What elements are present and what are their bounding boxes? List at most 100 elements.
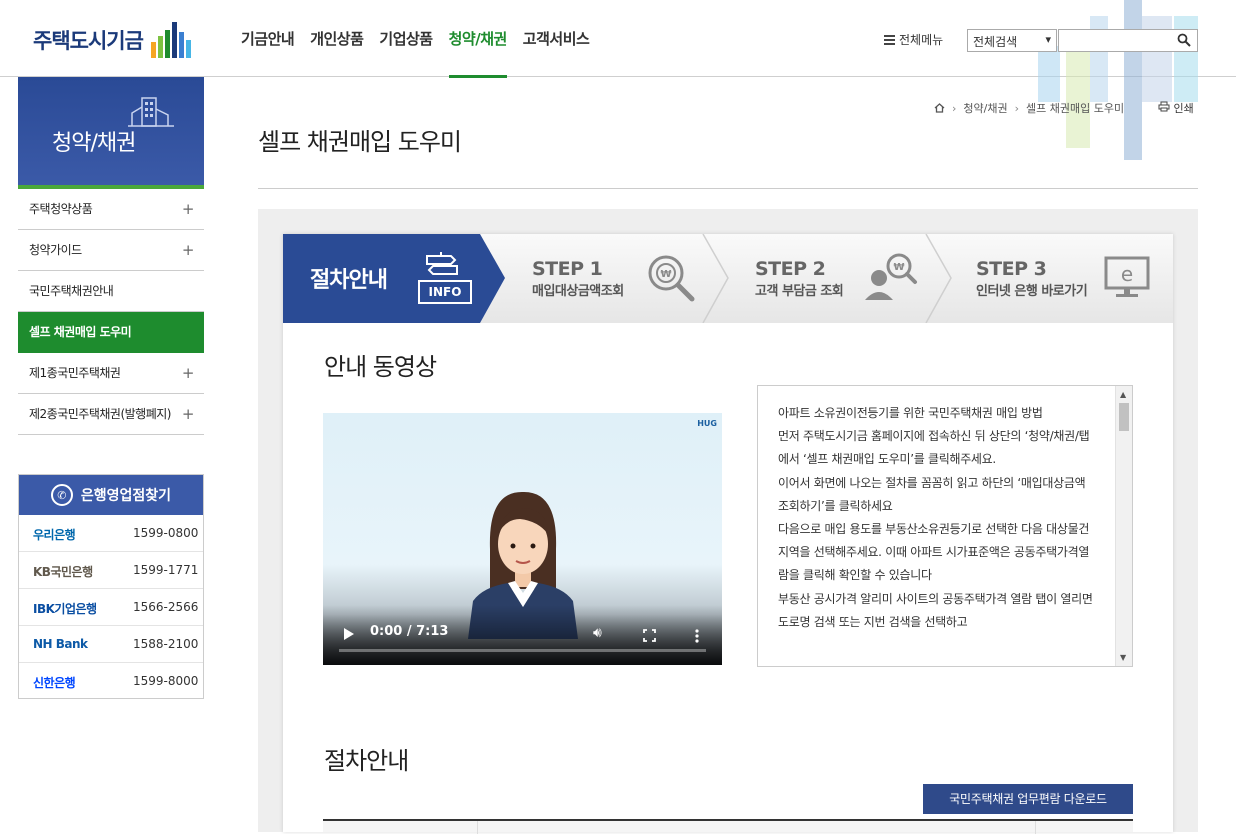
breadcrumb: › 청약/채권 › 셀프 채권매입 도우미 — [934, 100, 1124, 116]
info-badge: INFO — [418, 280, 472, 304]
bank-name: 신한은행 — [33, 676, 76, 690]
transcript-paragraph: 다음으로 매입 용도를 부동산소유권등기로 선택한 다음 대상물건지역을 선택해… — [778, 522, 1090, 583]
download-manual-button[interactable]: 국민주택채권 업무편람 다운로드 — [923, 784, 1133, 814]
hamburger-icon — [884, 33, 895, 47]
logo-text: 주택도시기금 — [33, 29, 144, 53]
scroll-down-icon[interactable]: ▼ — [1120, 653, 1126, 662]
breadcrumb-item[interactable]: 셀프 채권매입 도우미 — [1026, 100, 1124, 116]
step-description: 인터넷 은행 바로가기 — [976, 284, 1088, 299]
bank-phone: 1599-1771 — [133, 563, 199, 577]
print-label: 인쇄 — [1173, 102, 1194, 115]
bank-row-woori[interactable]: 우리은행 1599-0800 — [19, 515, 203, 552]
sidebar-title: 청약/채권 — [52, 131, 136, 156]
bank-finder-title: 은행영업점찾기 — [80, 488, 172, 504]
sidebar-header: 청약/채권 — [18, 77, 204, 189]
video-time: 0:00 / 7:13 — [370, 624, 449, 639]
transcript-paragraph: 먼저 주택도시기금 홈페이지에 접속하신 뒤 상단의 ‘청약/채권/탭에서 ‘셀… — [778, 429, 1090, 467]
step-separator — [702, 234, 729, 323]
monitor-e-icon: e — [1104, 256, 1150, 297]
step-intro[interactable]: 절차안내 INFO — [283, 234, 505, 323]
chevron-down-icon: ▾ — [1045, 33, 1051, 46]
magnifier-won-icon: ₩ — [648, 255, 695, 302]
bank-row-ibk[interactable]: IBK기업은행 1566-2566 — [19, 589, 203, 626]
transcript-paragraph: 이어서 화면에 나오는 절차를 꼼꼼히 읽고 하단의 ‘매입대상금액 조회하기’… — [778, 475, 1086, 513]
phone-icon: ✆ — [50, 484, 73, 506]
sidebar-nav: 주택청약상품 + 청약가이드 + 국민주택채권안내 셀프 채권매입 도우미 제1… — [18, 189, 204, 435]
plus-icon[interactable]: + — [182, 230, 195, 270]
plus-icon[interactable]: + — [182, 189, 195, 229]
plus-icon[interactable]: + — [182, 394, 195, 434]
gnb-item-corporate[interactable]: 기업상품 — [379, 0, 433, 77]
sidebar-item-label: 주택청약상품 — [29, 202, 93, 216]
all-menu-button[interactable]: 전체메뉴 — [884, 31, 943, 48]
gnb-item-customer-service[interactable]: 고객서비스 — [523, 0, 590, 77]
sidebar-item-self-bond-helper[interactable]: 셀프 채권매입 도우미 — [18, 312, 204, 353]
sidebar-item-subscription-guide[interactable]: 청약가이드 + — [18, 230, 204, 271]
scroll-up-icon[interactable]: ▲ — [1120, 390, 1126, 399]
printer-icon — [1158, 101, 1170, 112]
step-number: STEP 2 — [755, 258, 826, 280]
home-icon[interactable] — [934, 103, 945, 113]
svg-text:₩: ₩ — [660, 269, 671, 280]
page-title: 셀프 채권매입 도우미 — [258, 128, 462, 156]
step-description: 고객 부담금 조회 — [755, 284, 844, 299]
transcript-paragraph: 아파트 소유권이전등기를 위한 국민주택채권 매입 방법 — [778, 406, 1043, 420]
signpost-icon — [426, 252, 458, 275]
bank-row-kb[interactable]: KB국민은행 1599-1771 — [19, 552, 203, 589]
person-search-icon: ₩ — [865, 253, 917, 300]
search-input[interactable] — [1058, 29, 1198, 52]
hug-logo: HUG — [697, 419, 717, 428]
gnb-item-personal[interactable]: 개인상품 — [310, 0, 364, 77]
transcript-scrollbar[interactable]: ▲ ▼ — [1115, 386, 1132, 666]
bank-phone: 1599-8000 — [133, 674, 199, 688]
sidebar-item-label: 셀프 채권매입 도우미 — [29, 325, 132, 339]
step-number: STEP 3 — [976, 258, 1047, 280]
search-icon[interactable] — [1177, 33, 1191, 47]
bank-name: 우리은행 — [33, 528, 76, 542]
sidebar-item-label: 제1종국민주택채권 — [29, 366, 121, 380]
search-scope-select[interactable]: 전체검색 ▾ — [967, 29, 1057, 52]
title-divider — [258, 188, 1198, 189]
play-icon[interactable] — [344, 628, 354, 640]
bank-phone: 1599-0800 — [133, 526, 199, 540]
sidebar-item-label: 국민주택채권안내 — [29, 284, 114, 298]
step-description: 매입대상금액조회 — [532, 284, 624, 299]
volume-icon[interactable]: 🔊︎ — [593, 625, 602, 641]
more-options-icon[interactable] — [695, 629, 699, 643]
svg-text:₩: ₩ — [893, 262, 904, 273]
plus-icon[interactable]: + — [182, 353, 195, 393]
global-nav: 기금안내 개인상품 기업상품 청약/채권 고객서비스 — [241, 0, 605, 78]
step-3[interactable]: STEP 3 인터넷 은행 바로가기 e — [976, 234, 1171, 323]
svg-text:e: e — [1121, 262, 1133, 286]
fullscreen-icon[interactable] — [643, 629, 656, 642]
step-bar: 절차안내 INFO STEP 1 매입대상금액조회 ₩ STEP 2 고객 부담… — [283, 234, 1173, 323]
bank-name: KB국민은행 — [33, 565, 93, 579]
video-transcript-box[interactable]: 아파트 소유권이전등기를 위한 국민주택채권 매입 방법 먼저 주택도시기금 홈… — [757, 385, 1133, 667]
sidebar-item-type1-bond[interactable]: 제1종국민주택채권 + — [18, 353, 204, 394]
transcript-text: 아파트 소유권이전등기를 위한 국민주택채권 매입 방법 먼저 주택도시기금 홈… — [778, 402, 1098, 634]
sidebar-item-type2-bond[interactable]: 제2종국민주택채권(발행폐지) + — [18, 394, 204, 435]
site-logo[interactable]: 주택도시기금 — [33, 22, 193, 58]
chevron-right-icon: › — [952, 101, 957, 115]
gnb-item-fund-info[interactable]: 기금안내 — [241, 0, 295, 77]
scroll-thumb[interactable] — [1119, 403, 1129, 431]
sidebar-item-bond-info[interactable]: 국민주택채권안내 — [18, 271, 204, 312]
search-scope-value: 전체검색 — [973, 35, 1018, 49]
sidebar-item-label: 청약가이드 — [29, 243, 82, 257]
transcript-paragraph: 부동산 공시가격 알리미 사이트의 공동주택가격 열람 탭이 열리면 도로명 검… — [778, 591, 1093, 629]
bank-row-shinhan[interactable]: 신한은행 1599-8000 — [19, 663, 203, 700]
sidebar-item-housing-subscription[interactable]: 주택청약상품 + — [18, 189, 204, 230]
bank-name: NH Bank — [33, 637, 88, 651]
step-number: STEP 1 — [532, 258, 603, 280]
bank-finder-header[interactable]: ✆ 은행영업점찾기 — [19, 475, 203, 515]
video-controls: 0:00 / 7:13 🔊︎ — [323, 605, 722, 665]
sidebar-item-label: 제2종국민주택채권(발행폐지) — [29, 407, 171, 421]
print-button[interactable]: 인쇄 — [1158, 100, 1194, 116]
bank-row-nh[interactable]: NH Bank 1588-2100 — [19, 626, 203, 663]
procedure-table-header — [323, 819, 1133, 834]
breadcrumb-item[interactable]: 청약/채권 — [963, 100, 1007, 116]
video-progress-bar[interactable] — [339, 649, 706, 652]
guide-video-player[interactable]: HUG 0:00 / 7:13 🔊︎ — [323, 413, 722, 665]
gnb-item-subscription-bond[interactable]: 청약/채권 — [448, 0, 507, 78]
step-intro-label: 절차안내 — [310, 268, 388, 293]
